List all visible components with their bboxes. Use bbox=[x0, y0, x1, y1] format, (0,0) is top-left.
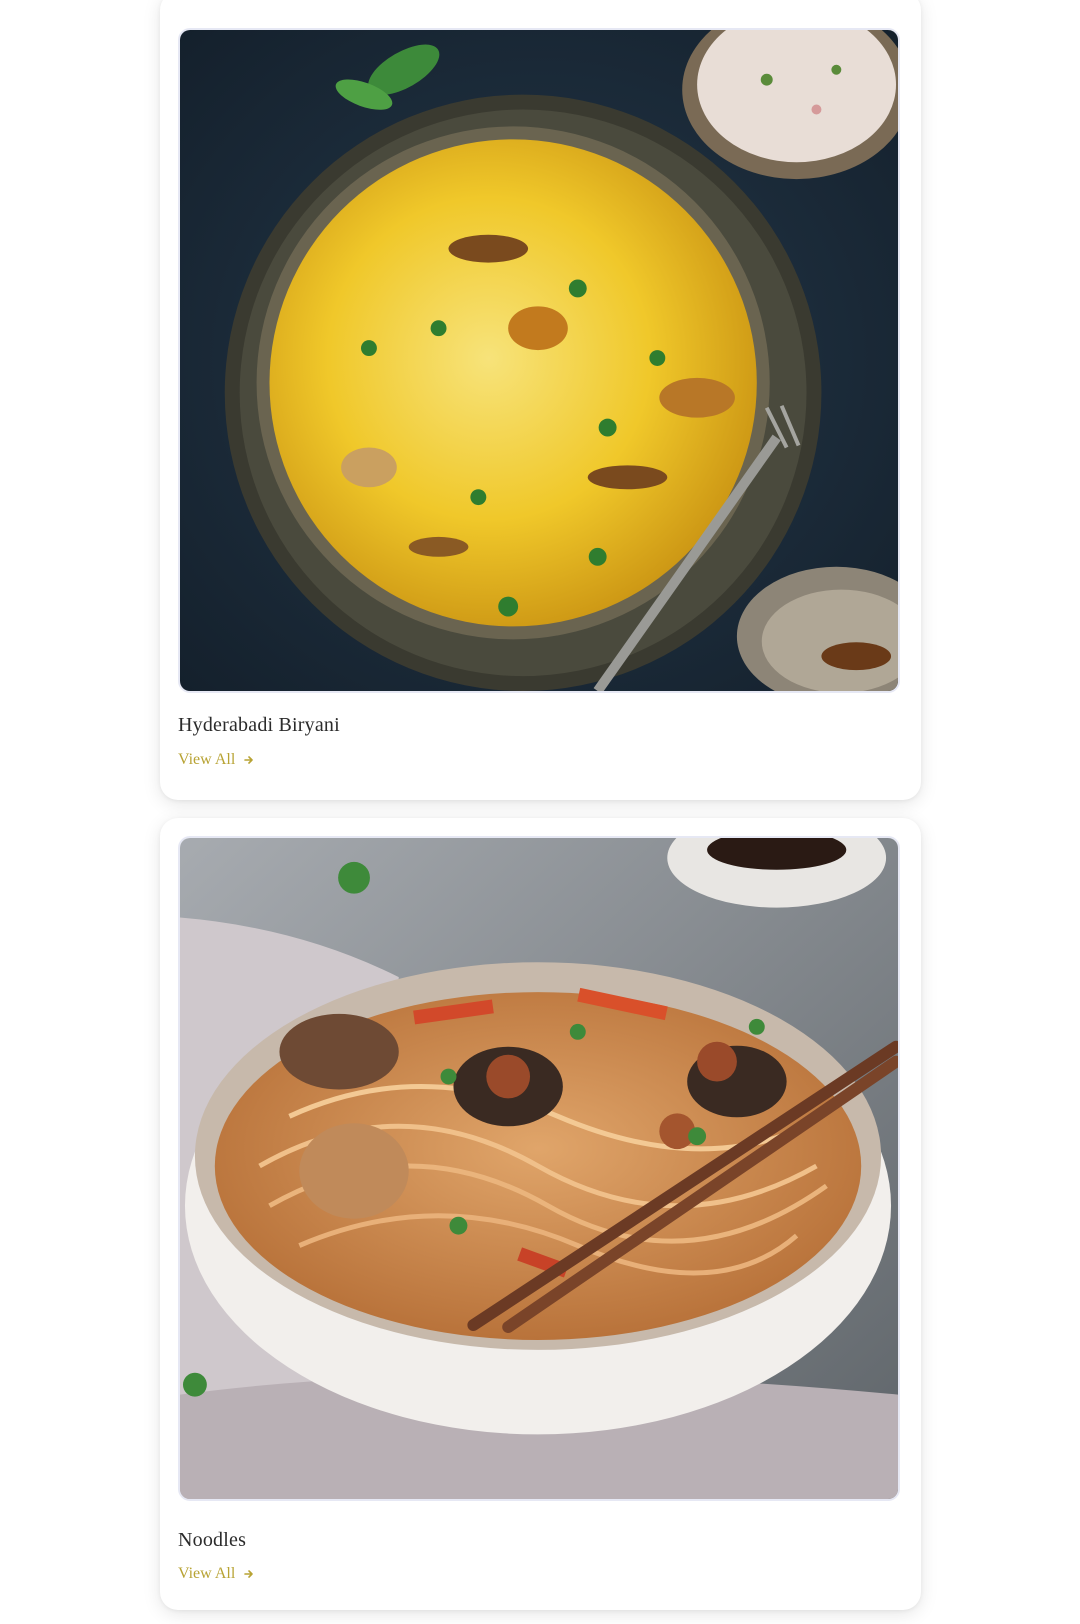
noodles-photo[interactable] bbox=[178, 836, 900, 1501]
dish-title: Hyderabadi Biryani bbox=[178, 714, 340, 736]
arrow-right-icon bbox=[244, 1570, 254, 1578]
dish-card-biryani[interactable]: Hyderabadi Biryani View All bbox=[160, 0, 921, 800]
dish-title: Noodles bbox=[178, 1529, 247, 1551]
view-all-link[interactable]: View All bbox=[178, 751, 255, 769]
page: Hyderabadi Biryani View All Noodles View… bbox=[0, 0, 1080, 1624]
arrow-right-icon bbox=[244, 756, 254, 764]
view-all-label: View All bbox=[178, 1565, 236, 1582]
view-all-label: View All bbox=[178, 751, 236, 768]
view-all-link[interactable]: View All bbox=[178, 1565, 255, 1583]
biryani-photo[interactable] bbox=[178, 28, 900, 693]
dish-card-noodles[interactable]: Noodles View All bbox=[160, 818, 921, 1610]
